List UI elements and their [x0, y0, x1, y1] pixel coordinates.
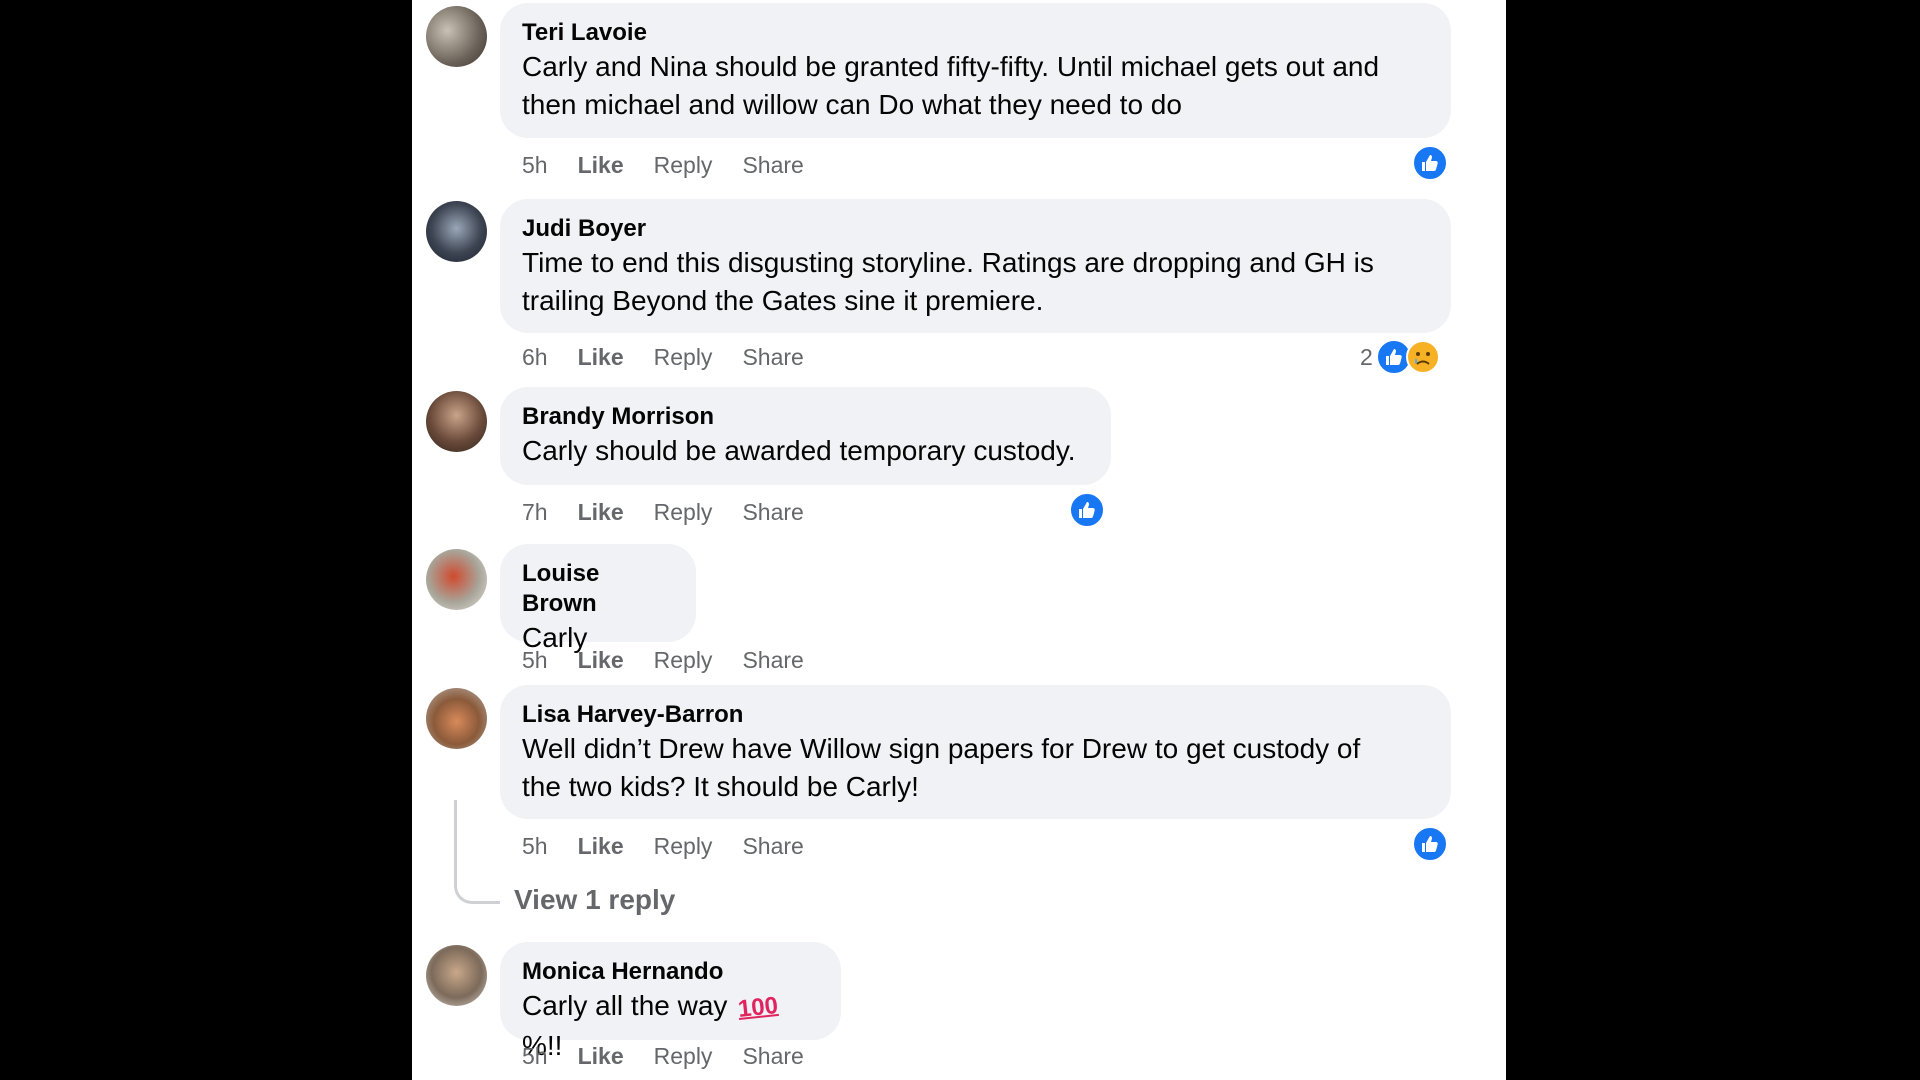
like-button[interactable]: Like — [578, 1041, 624, 1071]
comment-author[interactable]: Teri Lavoie — [522, 18, 1429, 48]
share-button[interactable]: Share — [742, 497, 803, 527]
view-replies-link[interactable]: View 1 reply — [514, 884, 675, 916]
share-button[interactable]: Share — [742, 150, 803, 180]
like-button[interactable]: Like — [578, 342, 624, 372]
comment-bubble: Lisa Harvey-Barron Well didn’t Drew have… — [500, 685, 1451, 819]
comment-bubble: Monica Hernando Carly all the way 100 %!… — [500, 942, 841, 1061]
comment-bubble: Brandy Morrison Carly should be awarded … — [500, 387, 1111, 485]
comment-text-line: trailing Beyond the Gates sine it premie… — [522, 285, 1044, 316]
reply-button[interactable]: Reply — [654, 497, 713, 527]
comment-author[interactable]: Monica Hernando — [522, 957, 819, 987]
comment-timestamp[interactable]: 5h — [522, 831, 548, 861]
comment-author[interactable]: Lisa Harvey-Barron — [522, 700, 1429, 730]
comment-text-line: the two kids? It should be Carly! — [522, 771, 919, 802]
comment-timestamp[interactable]: 5h — [522, 645, 548, 675]
reply-button[interactable]: Reply — [654, 342, 713, 372]
reaction-summary[interactable]: 2 — [1360, 339, 1440, 375]
like-button[interactable]: Like — [578, 497, 624, 527]
comment-actions: 7h Like Reply Share — [522, 497, 834, 527]
comment-text-line: Carly should be awarded temporary custod… — [522, 435, 1076, 466]
share-button[interactable]: Share — [742, 342, 803, 372]
comment-actions: 6h Like Reply Share — [522, 342, 834, 372]
hundred-points-icon: 100 — [736, 991, 780, 1024]
avatar[interactable] — [426, 391, 487, 452]
avatar[interactable] — [426, 688, 487, 749]
comment-bubble: Teri Lavoie Carly and Nina should be gra… — [500, 3, 1451, 138]
comment-text-line: then michael and willow can Do what they… — [522, 89, 1182, 120]
like-button[interactable]: Like — [578, 831, 624, 861]
comment-author[interactable]: Brandy Morrison — [522, 402, 1089, 432]
like-button[interactable]: Like — [578, 645, 624, 675]
reply-button[interactable]: Reply — [654, 150, 713, 180]
comment-timestamp[interactable]: 5h — [522, 150, 548, 180]
comments-panel: Teri Lavoie Carly and Nina should be gra… — [412, 0, 1506, 1080]
thumbs-up-icon — [1412, 826, 1448, 862]
reply-button[interactable]: Reply — [654, 645, 713, 675]
comment-actions: 5h Like Reply Share — [522, 150, 834, 180]
comment-actions: 5h Like Reply Share — [522, 645, 834, 675]
share-button[interactable]: Share — [742, 645, 803, 675]
comment-timestamp[interactable]: 6h — [522, 342, 548, 372]
thumbs-up-icon — [1069, 492, 1105, 528]
reaction-count: 2 — [1360, 343, 1373, 370]
comment-bubble: Louise Brown Carly — [500, 544, 696, 653]
comment-actions: 5h Like Reply Share — [522, 1041, 834, 1071]
comment-timestamp[interactable]: 7h — [522, 497, 548, 527]
reply-button[interactable]: Reply — [654, 1041, 713, 1071]
comment-author[interactable]: Judi Boyer — [522, 214, 1429, 244]
reaction-summary[interactable] — [1069, 492, 1105, 528]
share-button[interactable]: Share — [742, 1041, 803, 1071]
reply-thread-line — [454, 800, 500, 904]
comment-bubble: Judi Boyer Time to end this disgusting s… — [500, 199, 1451, 333]
reaction-summary[interactable] — [1412, 145, 1448, 181]
avatar[interactable] — [426, 549, 487, 610]
comment-text-part: Carly all the way — [522, 990, 728, 1021]
sad-face-icon — [1405, 340, 1440, 374]
reaction-summary[interactable] — [1412, 826, 1448, 862]
comment-timestamp[interactable]: 5h — [522, 1041, 548, 1071]
thumbs-up-icon — [1412, 145, 1448, 181]
comment-text-line: Carly and Nina should be granted fifty-f… — [522, 51, 1380, 82]
reply-button[interactable]: Reply — [654, 831, 713, 861]
avatar[interactable] — [426, 945, 487, 1006]
comment-author[interactable]: Louise Brown — [522, 559, 674, 619]
avatar[interactable] — [426, 201, 487, 262]
like-button[interactable]: Like — [578, 150, 624, 180]
comment-text-line: Time to end this disgusting storyline. R… — [522, 247, 1374, 278]
comment-text-line: Well didn’t Drew have Willow sign papers… — [522, 733, 1361, 764]
share-button[interactable]: Share — [742, 831, 803, 861]
avatar[interactable] — [426, 6, 487, 67]
comment-actions: 5h Like Reply Share — [522, 831, 834, 861]
